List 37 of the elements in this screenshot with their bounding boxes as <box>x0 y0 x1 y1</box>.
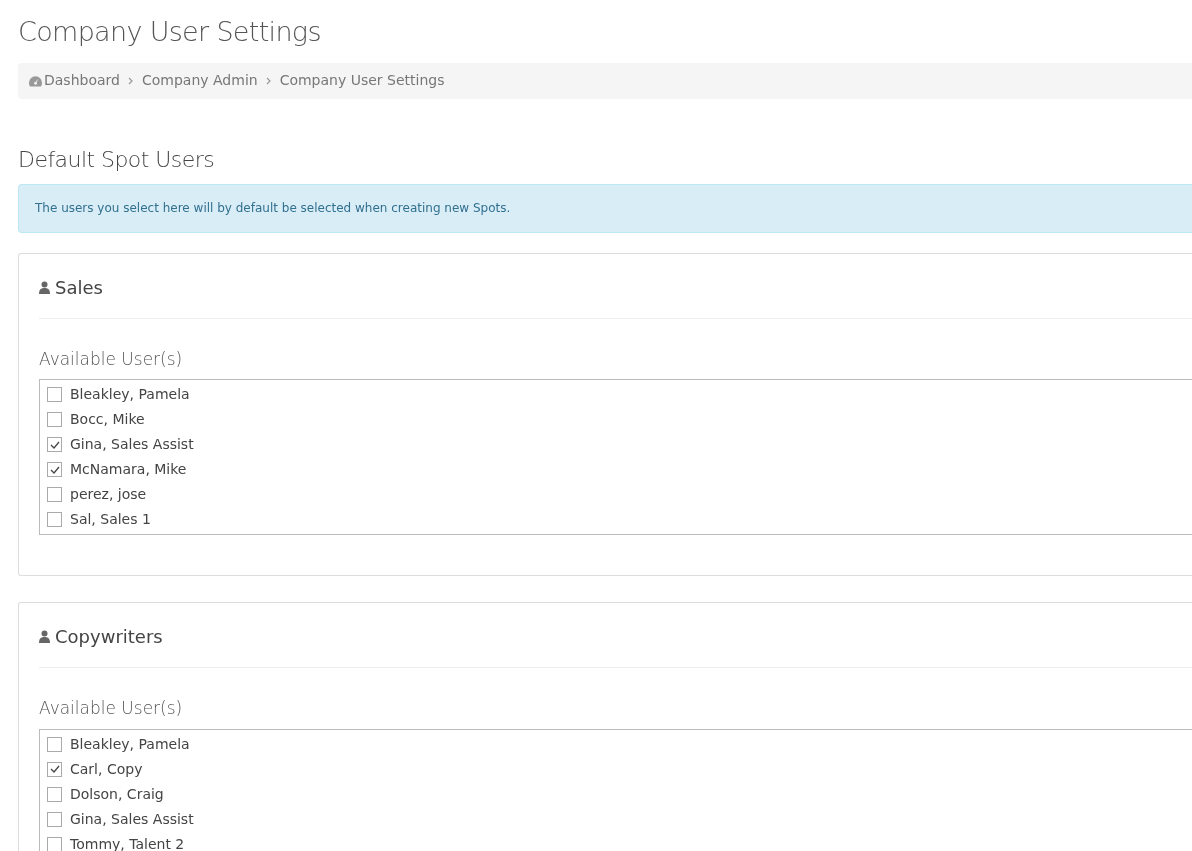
section-title: Default Spot Users <box>18 145 215 174</box>
dashboard-gauge-icon <box>28 74 43 87</box>
checkbox[interactable] <box>47 437 62 452</box>
checkbox[interactable] <box>47 487 62 502</box>
checkbox[interactable] <box>47 387 62 402</box>
user-name: Sal, Sales 1 <box>70 510 151 529</box>
breadcrumb-link[interactable]: Company User Settings <box>279 70 445 91</box>
info-alert: The users you select here will by default be selected when creating new Spots. <box>18 183 1192 233</box>
chevron-right-icon <box>127 76 134 85</box>
group-title: Copywriters <box>55 625 163 649</box>
checkbox[interactable] <box>47 811 62 827</box>
user-name: Bleakley, Pamela <box>70 385 190 404</box>
user-name: Carl, Copy <box>70 759 143 779</box>
user-name: Tommy, Talent 2 <box>70 834 185 851</box>
checkbox[interactable] <box>47 836 62 851</box>
checkbox[interactable] <box>47 462 62 477</box>
breadcrumb-link[interactable]: Company Admin <box>141 70 258 91</box>
list-label: Available User(s) <box>39 697 183 720</box>
checkbox[interactable] <box>47 512 62 527</box>
breadcrumb-link[interactable]: Dashboard <box>44 70 120 91</box>
list-label: Available User(s) <box>39 347 183 371</box>
user-icon <box>39 630 50 643</box>
checkbox[interactable] <box>47 736 62 752</box>
user-name: Dolson, Craig <box>70 784 164 804</box>
checkbox[interactable] <box>47 786 62 802</box>
checkbox[interactable] <box>47 761 62 777</box>
user-name: Bleakley, Pamela <box>70 734 190 754</box>
user-name: Bocc, Mike <box>70 410 145 429</box>
user-icon <box>39 280 50 294</box>
chevron-right-icon <box>265 76 272 85</box>
checkbox[interactable] <box>47 412 62 427</box>
page-title: Company User Settings <box>18 15 321 49</box>
user-name: McNamara, Mike <box>70 460 187 479</box>
user-name: perez, jose <box>70 485 147 504</box>
user-name: Gina, Sales Assist <box>70 809 194 829</box>
user-name: Gina, Sales Assist <box>70 435 194 454</box>
group-title: Sales <box>55 275 103 300</box>
